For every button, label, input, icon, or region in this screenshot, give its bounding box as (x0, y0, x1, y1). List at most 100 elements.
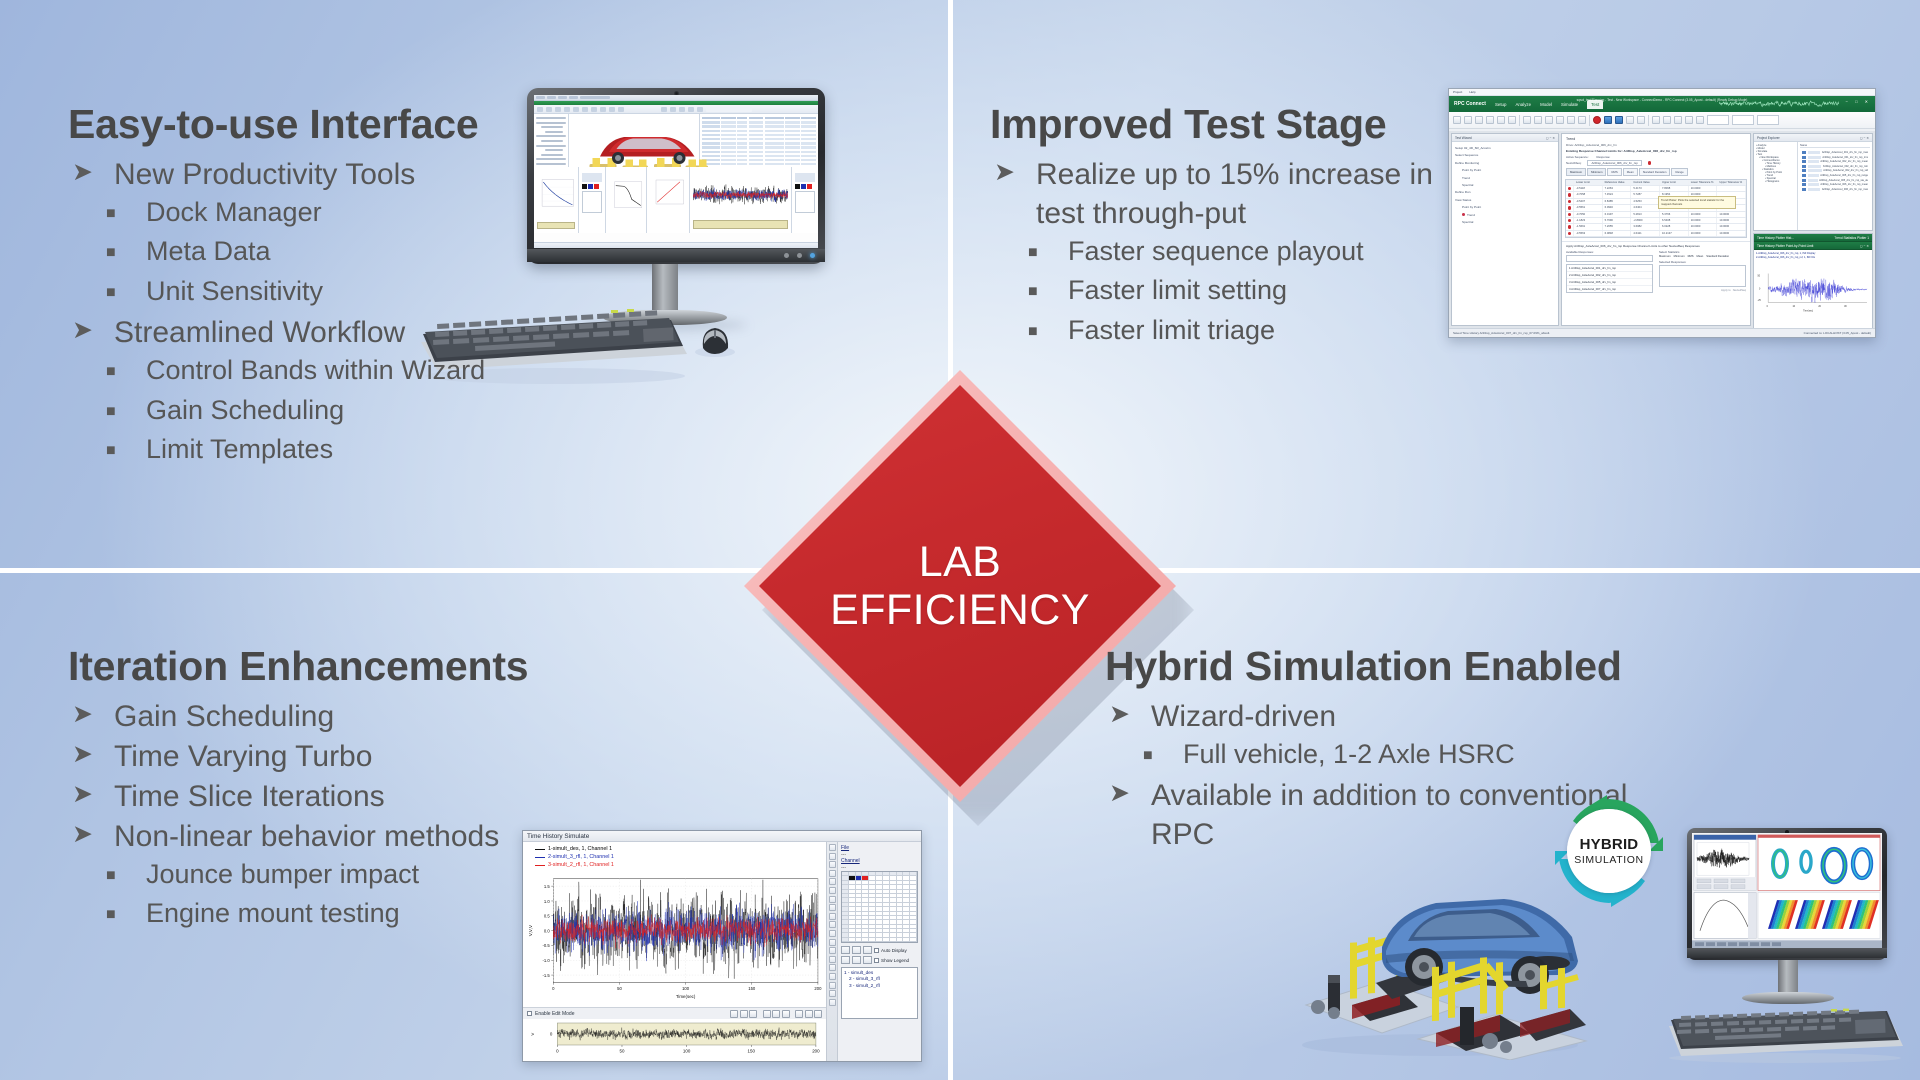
explorer-row[interactable]: ArtDisp_AxleAccel_006_drv_fm_rsp_mean (1802, 183, 1868, 187)
response-select[interactable]: ArtDisp_AxleAccel_006_drv_fm_rsp (1587, 160, 1642, 166)
list-item[interactable]: 1 ArtDisp_AxleAccel_001_drv_fm_rsp (1567, 265, 1652, 273)
tab-mean[interactable]: Mean (1622, 168, 1638, 176)
copy-channels-icon[interactable] (852, 956, 861, 964)
copy-icon[interactable] (828, 947, 836, 955)
window-controls[interactable]: − □ ✕ (1846, 99, 1871, 104)
wizard-step-list[interactable]: Setup 02_4D_6R_Accelm Select Sequence De… (1452, 142, 1558, 231)
table-row[interactable]: -0.5563 6.0848 4.6421 10.2137 10.0000 10.0000 (1566, 230, 1747, 238)
file-link[interactable]: File (841, 845, 918, 851)
checkbox-rms[interactable]: RMS (1688, 255, 1694, 258)
toolbar-icon[interactable] (1534, 116, 1542, 124)
step-back-icon[interactable] (739, 1009, 748, 1018)
tab-standard-deviation[interactable]: Standard Deviation (1638, 168, 1671, 176)
toolbar[interactable] (1449, 112, 1875, 129)
list-item[interactable]: 3 ArtDisp_AxleAccel_005_drv_fm_rsp (1567, 279, 1652, 287)
go-to-start-icon[interactable] (730, 1009, 738, 1018)
list-item[interactable]: 2 - simult_3_rfl (844, 976, 915, 981)
save-icon[interactable] (828, 998, 836, 1006)
pan-down-icon[interactable] (828, 852, 836, 860)
explorer-row[interactable]: ArtDisp_AxleAccel_001_drv_fm_rsp_max (1802, 151, 1868, 154)
overview-strip-chart[interactable]: 0 >0 50 100 150 200 (523, 1019, 826, 1061)
explorer-row[interactable]: ArtDisp_AxleAccel_002_drv_fm_rsp_std (1802, 169, 1868, 173)
menu-item-project[interactable]: Project (1453, 90, 1462, 94)
cursor-icon[interactable] (828, 912, 836, 920)
zoom-in-icon[interactable] (781, 1009, 790, 1018)
grid-toggle-icon[interactable] (828, 938, 836, 946)
info-icon[interactable] (828, 990, 836, 998)
chart-view-icon[interactable] (863, 946, 872, 954)
explorer-tree[interactable]: ▪ Analyze ▪ Model ▪ Simulate ▪ Test ▪ New Wo… (1754, 142, 1798, 230)
time-history-simulate-window[interactable]: Time History Simulate 1-simult_des, 1, C… (522, 830, 922, 1062)
explorer-row[interactable]: ArtDisp_AxleAccel_001_drv_fm_rsp_rms (1802, 155, 1868, 159)
auto-display-row[interactable]: Auto Display (841, 946, 918, 954)
enable-edit-mode-checkbox[interactable]: Enable Edit Mode (527, 1011, 574, 1017)
edit-tool-icon[interactable] (1615, 116, 1623, 124)
plot-tab-time-history[interactable]: Time History Plotter Hist... (1757, 236, 1794, 240)
zoom-reset-icon[interactable] (772, 1009, 780, 1018)
crosshair-icon[interactable] (828, 904, 836, 912)
tab-maximum[interactable]: Maximum (1566, 168, 1587, 176)
pan-left-icon[interactable] (828, 861, 836, 869)
test-wizard-panel[interactable]: Test Wizard ◻ − ✕ Setup 02_4D_6R_Accelm … (1451, 133, 1559, 326)
tab-simulate[interactable]: Simulate (1561, 102, 1578, 107)
channel-list[interactable]: 1 - simult_des 2 - simult_3_rfl 3 - simu… (841, 967, 918, 1019)
explorer-table[interactable]: Name ArtDisp_AxleAccel_001_drv_fm_rsp_ma… (1798, 142, 1872, 230)
tab-model[interactable]: Model (1540, 102, 1552, 107)
annotate-icon[interactable] (828, 929, 836, 937)
print-icon[interactable] (828, 964, 836, 972)
step-forward-icon[interactable] (804, 1009, 813, 1018)
grid-row[interactable] (842, 937, 917, 942)
scale-icon[interactable] (828, 981, 836, 989)
go-to-end-icon[interactable] (814, 1009, 822, 1018)
panel-window-buttons[interactable]: ◻ − ✕ (1860, 136, 1869, 140)
channel-side-panel[interactable]: File --- Channel --- Auto Display Show L… (837, 842, 921, 1061)
select-all-icon[interactable] (841, 956, 850, 964)
channel-matrix-grid[interactable] (841, 871, 918, 943)
tab-test[interactable]: Test (1587, 99, 1604, 109)
available-responses-search[interactable] (1566, 255, 1653, 263)
explorer-row[interactable]: ArtDisp_AxleAccel_006_drv_fm_rsp_max (1802, 187, 1868, 191)
trend-limits-panel[interactable]: Trend Drive: ArtDisp_AxleAccel_006_drv_f… (1561, 133, 1751, 326)
panel-window-buttons[interactable]: ◻ − ✕ (1546, 136, 1555, 140)
tab-range[interactable]: Range (1671, 168, 1688, 176)
list-item[interactable]: 4 ArtDisp_AxleAccel_007_drv_fm_rsp (1567, 286, 1652, 292)
toolbar-icon[interactable] (1508, 116, 1516, 124)
prev-button-icon[interactable] (1674, 116, 1682, 124)
blank-view-icon[interactable] (852, 946, 861, 954)
toolbar-icon[interactable] (1626, 116, 1634, 124)
explorer-row[interactable]: ArtDisp_AxleAccel_005_drv_fm_rsp_range (1802, 173, 1868, 177)
plot-tab-trend-statistics[interactable]: Trend Statistics Plotter 1 (1834, 236, 1869, 240)
apply-to-button[interactable]: Apply to (1721, 289, 1731, 292)
rpc-connect-application-window[interactable]: Project Help sqsol_test/Planning - Test … (1448, 88, 1876, 338)
navigation-buttons[interactable] (730, 1009, 822, 1018)
panel-window-buttons[interactable]: ◻ − ✕ (1860, 244, 1869, 248)
tab-minimum[interactable]: Minimum (1587, 168, 1607, 176)
zoom-fit-icon[interactable] (828, 895, 836, 903)
checkbox-box[interactable] (527, 1011, 532, 1016)
edit-mode-bar[interactable]: Enable Edit Mode (523, 1007, 826, 1019)
plot-tab-bar[interactable]: Time History Plotter Hist... Trend Stati… (1754, 234, 1872, 242)
auto-display-checkbox[interactable] (874, 947, 879, 953)
record-button-icon[interactable] (1593, 116, 1601, 124)
checkbox-mean[interactable]: Mean (1697, 255, 1704, 258)
play-button-icon[interactable] (1652, 116, 1660, 124)
pan-up-icon[interactable] (828, 844, 836, 851)
list-item[interactable]: 2 ArtDisp_AxleAccel_002_drv_fm_rsp (1567, 272, 1652, 280)
edit-tool-icon[interactable] (1604, 116, 1612, 124)
prev-icon[interactable] (749, 1009, 757, 1018)
explorer-row[interactable]: ArtDisp_AxleAccel_005_drv_fm_rsp_sta_de (1802, 178, 1868, 182)
explorer-row[interactable]: ArtDisp_AxleAccel_002_drv_fm_rsp_min (1802, 164, 1868, 168)
toolbar-icon[interactable] (1523, 116, 1531, 124)
zoom-in-icon[interactable] (828, 878, 836, 886)
plot-tool-palette[interactable] (826, 842, 837, 1061)
toolbar-icon[interactable] (1567, 116, 1575, 124)
time-history-plotter-panel[interactable]: Time History Plotter Hist... Trend Stati… (1753, 233, 1873, 337)
list-item[interactable]: 1 - simult_des (844, 970, 915, 975)
stop-button-icon[interactable] (1696, 116, 1704, 124)
clear-icon[interactable] (863, 956, 872, 964)
toolbar-icon[interactable] (1453, 116, 1461, 124)
tab-rms[interactable]: RMS (1607, 168, 1622, 176)
next-icon[interactable] (795, 1009, 803, 1018)
checkbox-minimum[interactable]: Minimum (1674, 255, 1685, 258)
pause-button-icon[interactable] (1663, 116, 1671, 124)
